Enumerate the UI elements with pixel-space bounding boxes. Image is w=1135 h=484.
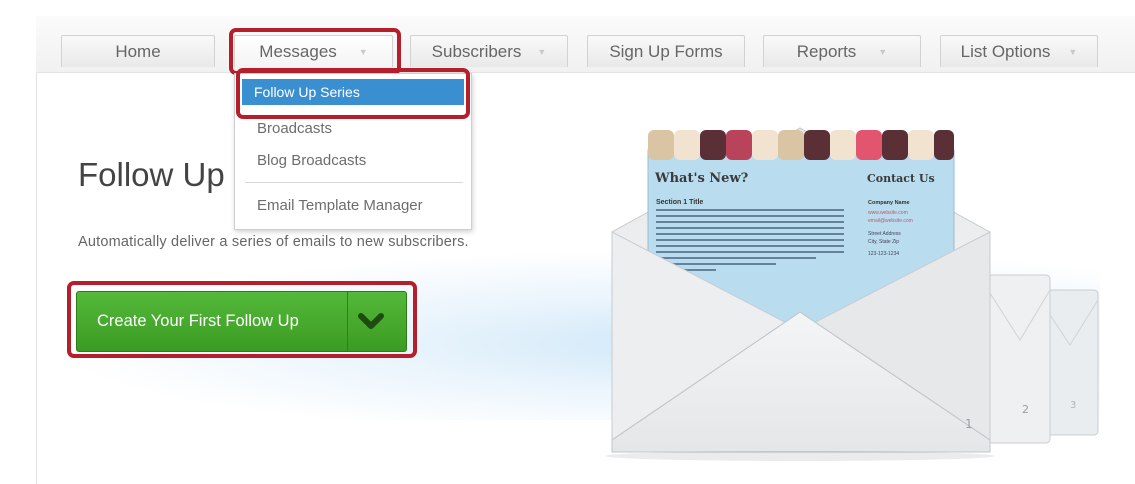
section-title: Section 1 Title <box>656 199 703 206</box>
whats-new-heading: What's New? <box>654 171 749 186</box>
envelope-illustration: What's New? Contact Us Section 1 Title C… <box>605 127 1099 461</box>
envelope-number-1: 1 <box>965 417 973 431</box>
back-envelopes <box>987 274 1099 444</box>
company-website: www.website.com <box>868 210 908 216</box>
company-name: Company Name <box>868 200 910 206</box>
phone-number: 123-123-1234 <box>868 251 899 257</box>
city-state: City, State Zip <box>868 239 899 245</box>
menu-item-blog-broadcasts[interactable]: Blog Broadcasts <box>257 152 366 169</box>
envelope-number-3: 3 <box>1070 400 1076 411</box>
follow-up-series-highlight <box>236 68 470 119</box>
menu-item-broadcasts[interactable]: Broadcasts <box>257 120 332 137</box>
menu-divider <box>245 182 463 183</box>
street-address: Street Address <box>868 231 901 237</box>
menu-item-email-template-manager[interactable]: Email Template Manager <box>257 197 423 214</box>
envelope-number-2: 2 <box>1022 403 1029 416</box>
company-email: email@website.com <box>868 218 913 224</box>
contact-us-heading: Contact Us <box>867 172 935 185</box>
